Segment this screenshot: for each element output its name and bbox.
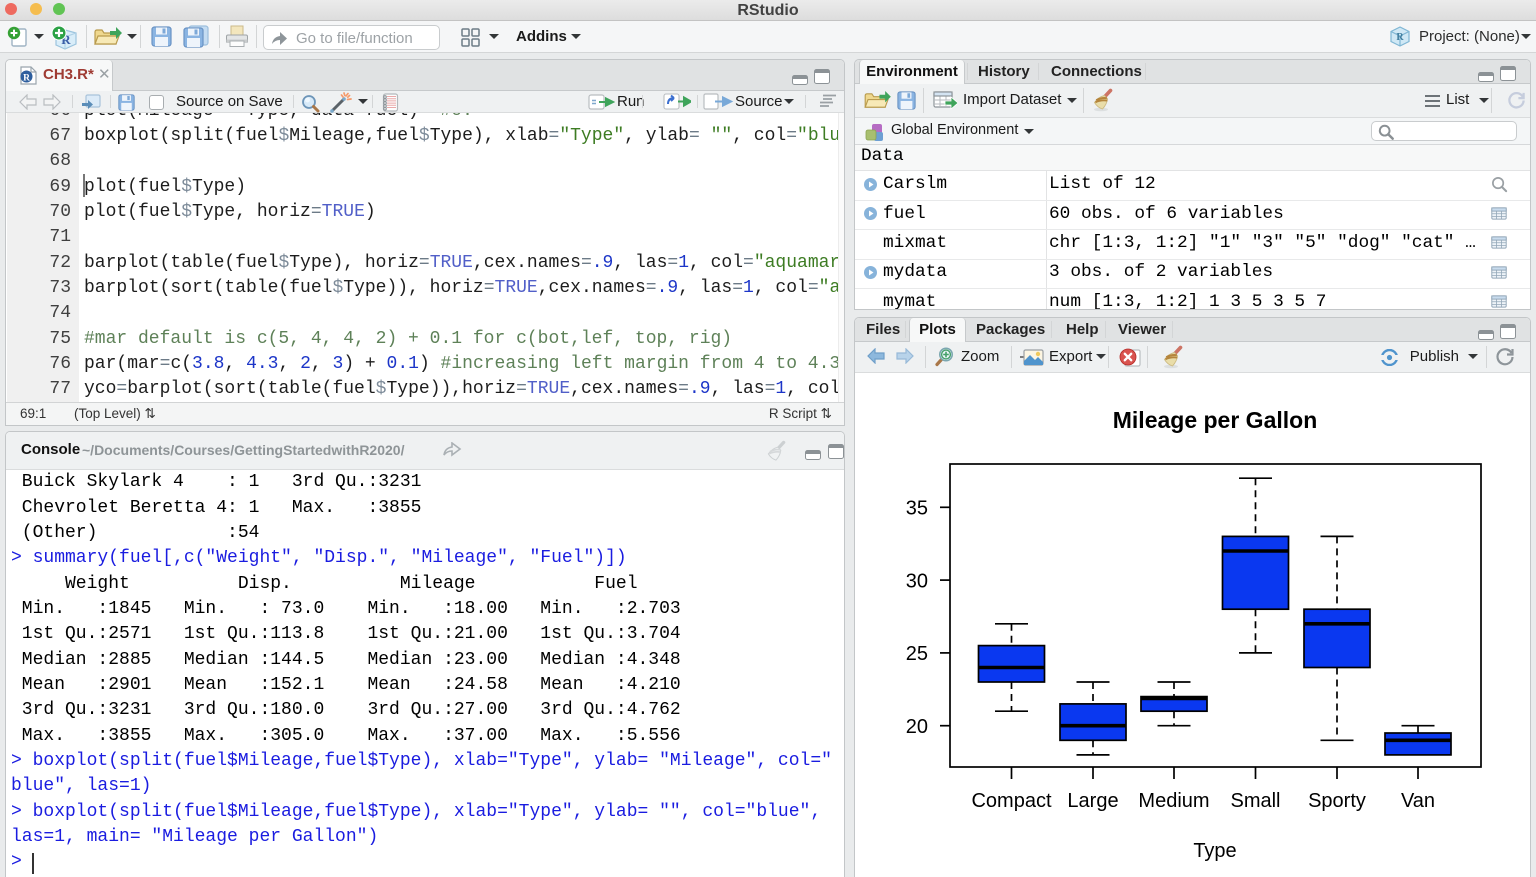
svg-text:Compact: Compact	[971, 790, 1051, 812]
svg-text:35: 35	[906, 498, 928, 520]
svg-text:Type: Type	[1193, 840, 1236, 862]
svg-text:Medium: Medium	[1138, 790, 1209, 812]
svg-text:Van: Van	[1401, 790, 1435, 812]
svg-text:Mileage per Gallon: Mileage per Gallon	[1113, 407, 1318, 433]
svg-text:Sporty: Sporty	[1308, 790, 1366, 812]
svg-text:Small: Small	[1230, 790, 1280, 812]
svg-text:20: 20	[906, 716, 928, 738]
svg-text:R: R	[1396, 32, 1404, 43]
svg-text:25: 25	[906, 643, 928, 665]
svg-text:Large: Large	[1067, 790, 1118, 812]
svg-text:30: 30	[906, 570, 928, 592]
svg-text:R: R	[23, 74, 30, 84]
